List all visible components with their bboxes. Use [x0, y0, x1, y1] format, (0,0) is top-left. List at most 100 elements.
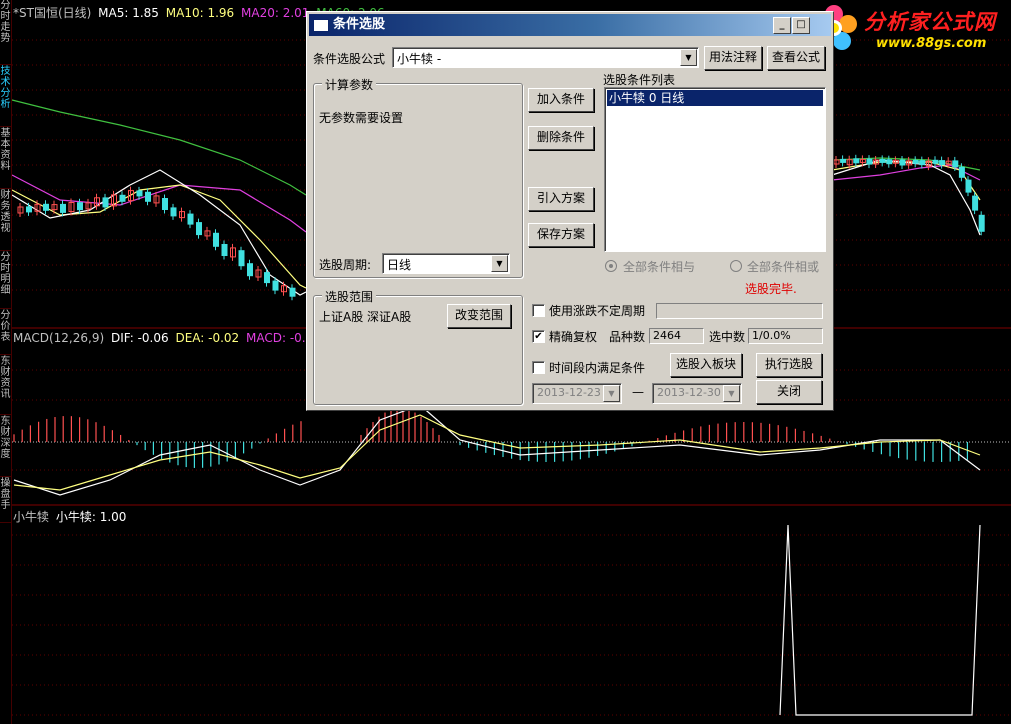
logo-title: 分析家公式网	[864, 10, 996, 34]
chevron-down-icon[interactable]: ▼	[603, 385, 620, 402]
side-tab-bar: 分时走势 技术分析 基本资料 财务透视 分时明细 分价表 东财资讯 东财深度 操盘手	[0, 0, 12, 724]
condition-list-label: 选股条件列表	[603, 73, 676, 87]
candle-body	[43, 203, 49, 211]
candle-body	[879, 158, 886, 163]
time-range-label: 时间段内满足条件	[549, 361, 646, 375]
dea-label: DEA: -0.02	[175, 331, 240, 345]
condition-list[interactable]: 小牛犊 0 日线	[604, 87, 826, 252]
candle-body	[978, 214, 985, 232]
status-text: 选股完毕.	[745, 282, 797, 296]
indicator-line	[779, 524, 981, 716]
candle-body	[886, 159, 893, 165]
start-date-picker[interactable]: 2013-12-23 ▼	[532, 383, 622, 404]
side-tab-2[interactable]: 基本资料	[0, 128, 11, 189]
indicator-value: 小牛犊: 1.00	[55, 510, 127, 524]
chevron-down-icon[interactable]: ▼	[723, 385, 740, 402]
macd-header: MACD(12,26,9) DIF: -0.06 DEA: -0.02 MACD…	[13, 331, 321, 345]
candle-body	[912, 159, 919, 164]
delete-condition-button[interactable]: 删除条件	[528, 126, 594, 150]
variable-period-field	[656, 303, 823, 319]
side-tab-4[interactable]: 分时明细	[0, 252, 11, 309]
radio-or[interactable]	[730, 260, 742, 272]
radio-and-label: 全部条件相与	[623, 260, 696, 274]
candle-body	[247, 263, 253, 277]
selected-count-label: 选中数	[709, 330, 746, 344]
dialog-titlebar[interactable]: 条件选股 _ □	[309, 14, 831, 36]
to-block-button[interactable]: 选股入板块	[670, 353, 742, 377]
candle-body	[952, 160, 959, 168]
dea-line	[13, 414, 981, 491]
selected-count-field: 1/0.0%	[748, 328, 823, 344]
candle-body	[272, 280, 279, 291]
candle-body	[264, 272, 270, 284]
logo-url: www.88gs.com	[876, 36, 987, 51]
close-button[interactable]: 关闭	[756, 380, 822, 404]
stock-count-field: 2464	[649, 328, 704, 344]
candle-body	[136, 190, 143, 197]
candle-body	[972, 195, 979, 211]
side-tab-5[interactable]: 分价表	[0, 310, 11, 355]
execute-button[interactable]: 执行选股	[756, 353, 822, 377]
indicator-name: 小牛犊	[13, 510, 50, 524]
params-group-label: 计算参数	[322, 76, 377, 93]
import-plan-button[interactable]: 引入方案	[528, 187, 594, 211]
dialog-title: 条件选股	[333, 17, 386, 32]
candle-body	[119, 194, 126, 202]
side-tab-7[interactable]: 东财深度	[0, 416, 11, 477]
range-group-label: 选股范围	[322, 288, 377, 305]
usage-button[interactable]: 用法注释	[704, 46, 762, 70]
save-plan-button[interactable]: 保存方案	[528, 223, 594, 247]
change-range-button[interactable]: 改变范围	[447, 304, 511, 328]
candle-body	[196, 222, 202, 236]
candle-body	[77, 202, 83, 211]
candle-body	[932, 159, 939, 164]
candle-body	[145, 191, 151, 202]
period-value: 日线	[387, 258, 412, 272]
radio-and[interactable]	[605, 260, 617, 272]
side-tab-6[interactable]: 东财资讯	[0, 356, 11, 415]
formula-select[interactable]: 小牛犊 - ▼	[392, 47, 699, 68]
candle-body	[840, 158, 847, 163]
candle-body	[289, 287, 296, 297]
candle-body	[213, 232, 219, 247]
site-logo: 分析家公式网 www.88gs.com	[808, 2, 1008, 54]
side-tab-8[interactable]: 操盘手	[0, 478, 11, 523]
params-text: 无参数需要设置	[319, 111, 404, 125]
ma5-label: MA5: 1.85	[98, 6, 159, 20]
variable-period-checkbox[interactable]	[532, 304, 545, 317]
candle-body	[221, 244, 228, 256]
range-text: 上证A股 深证A股	[319, 310, 412, 324]
period-select[interactable]: 日线 ▼	[382, 253, 510, 274]
dif-label: DIF: -0.06	[110, 331, 169, 345]
candle-body	[853, 158, 860, 164]
maximize-icon[interactable]: □	[792, 17, 810, 34]
ma5-line	[11, 169, 307, 296]
time-range-checkbox[interactable]	[532, 361, 545, 374]
window-icon	[313, 19, 329, 32]
end-date-value: 2013-12-30	[657, 386, 721, 399]
candle-body	[102, 197, 109, 208]
side-tab-1[interactable]: 技术分析	[0, 66, 11, 127]
date-separator: —	[632, 385, 644, 399]
end-date-picker[interactable]: 2013-12-30 ▼	[652, 383, 742, 404]
candle-body	[958, 166, 965, 178]
condition-list-item[interactable]: 小牛犊 0 日线	[607, 90, 823, 106]
radio-or-label: 全部条件相或	[747, 260, 820, 274]
candle-body	[238, 250, 245, 267]
side-tab-3[interactable]: 财务透视	[0, 190, 11, 251]
chevron-down-icon[interactable]: ▼	[680, 49, 697, 66]
view-formula-button[interactable]: 查看公式	[767, 46, 825, 70]
minimize-icon[interactable]: _	[773, 17, 791, 34]
chevron-down-icon[interactable]: ▼	[491, 255, 508, 272]
indicator-header: 小牛犊 小牛犊: 1.00	[13, 508, 126, 525]
ma20-label: MA20: 2.01	[241, 6, 310, 20]
ma5-line	[831, 159, 981, 236]
precise-adjust-label: 精确复权	[549, 330, 598, 344]
side-tab-0[interactable]: 分时走势	[0, 0, 11, 65]
ma60-line	[11, 99, 307, 196]
stock-screener-dialog: 条件选股 _ □ 条件选股公式 小牛犊 - ▼ 用法注释 查看公式 计算参数 无…	[306, 11, 834, 411]
period-label: 选股周期:	[319, 258, 372, 272]
precise-adjust-checkbox[interactable]: ✔	[532, 330, 545, 343]
add-condition-button[interactable]: 加入条件	[528, 88, 594, 112]
candle-body	[187, 213, 194, 225]
